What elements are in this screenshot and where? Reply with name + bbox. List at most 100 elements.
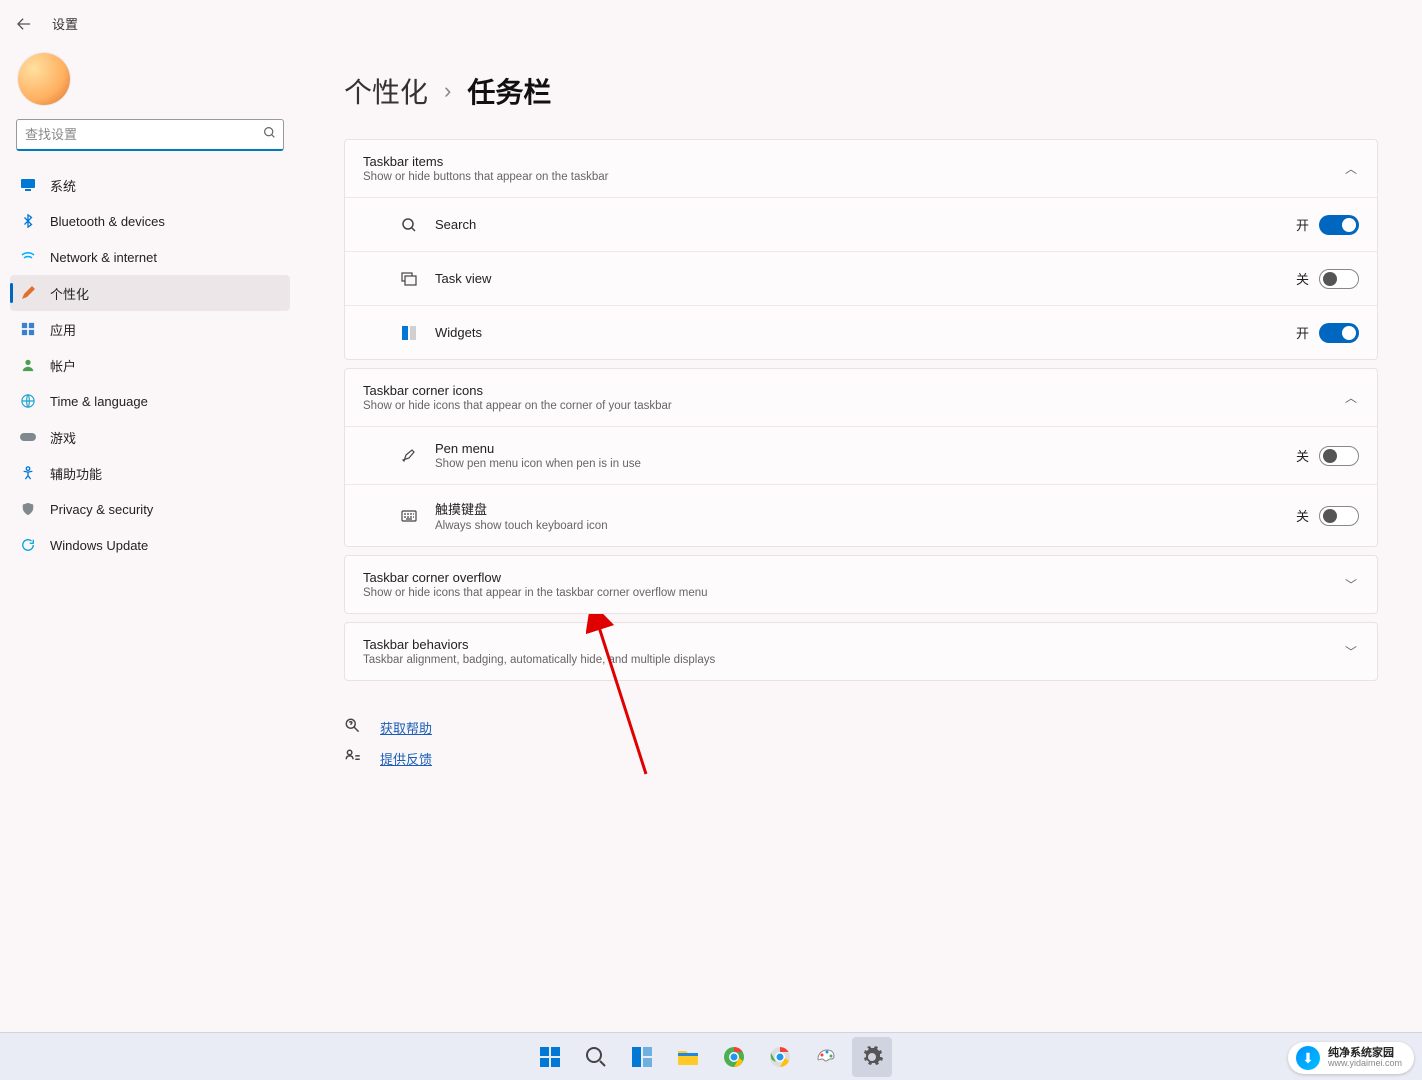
- row-desc: Show pen menu icon when pen is in use: [435, 458, 641, 470]
- paintbrush-icon: [20, 285, 36, 301]
- person-icon: [20, 357, 36, 373]
- help-icon: [344, 717, 364, 738]
- toggle-widgets[interactable]: [1319, 323, 1359, 343]
- watermark-url: www.yidaimei.com: [1328, 1059, 1402, 1069]
- sidebar-item-privacy[interactable]: Privacy & security: [10, 491, 290, 527]
- toggle-state: 关: [1296, 506, 1309, 525]
- taskbar-chrome-2[interactable]: [760, 1037, 800, 1077]
- row-pen-menu: Pen menu Show pen menu icon when pen is …: [345, 426, 1377, 484]
- toggle-pen-menu[interactable]: [1319, 446, 1359, 466]
- start-button[interactable]: [530, 1037, 570, 1077]
- sidebar-item-label: Windows Update: [50, 538, 148, 553]
- sidebar-item-apps[interactable]: 应用: [10, 311, 290, 347]
- sidebar-item-accounts[interactable]: 帐户: [10, 347, 290, 383]
- row-behaviors[interactable]: Taskbar behaviors Taskbar alignment, bad…: [345, 623, 1377, 680]
- help-link[interactable]: 获取帮助: [380, 718, 432, 737]
- chevron-right-icon: ›: [444, 78, 451, 104]
- user-avatar[interactable]: [18, 53, 70, 105]
- feedback-link[interactable]: 提供反馈: [380, 749, 432, 768]
- section-corner-overflow: Taskbar corner overflow Show or hide ico…: [344, 555, 1378, 614]
- back-button[interactable]: [16, 16, 32, 32]
- main-content: 个性化 › 任务栏 Taskbar items Show or hide but…: [300, 41, 1422, 1079]
- taskbar-widgets[interactable]: [622, 1037, 662, 1077]
- row-label: Search: [435, 217, 476, 232]
- apps-icon: [20, 321, 36, 337]
- sidebar-item-label: Privacy & security: [50, 502, 153, 517]
- sidebar-item-network[interactable]: Network & internet: [10, 239, 290, 275]
- sidebar-item-label: 系统: [50, 176, 76, 195]
- sidebar-item-bluetooth[interactable]: Bluetooth & devices: [10, 203, 290, 239]
- keyboard-icon: [401, 508, 417, 524]
- row-search: Search 开: [345, 197, 1377, 251]
- watermark: ⬇ 纯净系统家园 www.yidaimei.com: [1288, 1042, 1414, 1074]
- taskbar-paint[interactable]: [806, 1037, 846, 1077]
- sidebar-item-time-language[interactable]: Time & language: [10, 383, 290, 419]
- section-header-corner-icons[interactable]: Taskbar corner icons Show or hide icons …: [345, 369, 1377, 426]
- sidebar-item-gaming[interactable]: 游戏: [10, 419, 290, 455]
- search-input[interactable]: [16, 119, 284, 151]
- sidebar-item-windows-update[interactable]: Windows Update: [10, 527, 290, 563]
- breadcrumb: 个性化 › 任务栏: [344, 71, 1378, 111]
- sidebar-item-label: Network & internet: [50, 250, 157, 265]
- shield-icon: [20, 501, 36, 517]
- row-desc: Always show touch keyboard icon: [435, 520, 608, 532]
- sidebar-item-label: 帐户: [50, 356, 76, 375]
- monitor-icon: [20, 177, 36, 193]
- taskbar-explorer[interactable]: [668, 1037, 708, 1077]
- task-view-icon: [401, 271, 417, 287]
- row-task-view: Task view 关: [345, 251, 1377, 305]
- toggle-search[interactable]: [1319, 215, 1359, 235]
- section-subtitle: Taskbar alignment, badging, automaticall…: [363, 654, 715, 666]
- download-icon: ⬇: [1296, 1046, 1320, 1070]
- window-title: 设置: [52, 14, 78, 33]
- row-widgets: Widgets 开: [345, 305, 1377, 359]
- row-label: 触摸键盘: [435, 499, 608, 518]
- gamepad-icon: [20, 429, 36, 445]
- section-title: Taskbar corner overflow: [363, 570, 708, 585]
- row-label: Task view: [435, 271, 491, 286]
- section-subtitle: Show or hide icons that appear in the ta…: [363, 587, 708, 599]
- sidebar-item-label: Time & language: [50, 394, 148, 409]
- row-touch-keyboard: 触摸键盘 Always show touch keyboard icon 关: [345, 484, 1377, 546]
- chevron-up-icon: ︿: [1343, 389, 1359, 406]
- bluetooth-icon: [20, 213, 36, 229]
- chevron-up-icon: ︿: [1343, 160, 1359, 177]
- section-title: Taskbar items: [363, 154, 609, 169]
- breadcrumb-current: 任务栏: [467, 71, 551, 111]
- globe-icon: [20, 393, 36, 409]
- sidebar-item-system[interactable]: 系统: [10, 167, 290, 203]
- chevron-down-icon: ﹀: [1343, 643, 1359, 660]
- search-icon: [263, 126, 276, 144]
- wifi-icon: [20, 249, 36, 265]
- sidebar-item-label: 辅助功能: [50, 464, 102, 483]
- section-header-taskbar-items[interactable]: Taskbar items Show or hide buttons that …: [345, 140, 1377, 197]
- toggle-state: 开: [1296, 215, 1309, 234]
- sidebar-item-label: Bluetooth & devices: [50, 214, 165, 229]
- taskbar: [0, 1032, 1422, 1080]
- taskbar-settings[interactable]: [852, 1037, 892, 1077]
- pen-icon: [401, 448, 417, 464]
- section-title: Taskbar behaviors: [363, 637, 715, 652]
- toggle-state: 开: [1296, 323, 1309, 342]
- sidebar-item-accessibility[interactable]: 辅助功能: [10, 455, 290, 491]
- sidebar-item-personalization[interactable]: 个性化: [10, 275, 290, 311]
- row-label: Widgets: [435, 325, 482, 340]
- widgets-icon: [401, 325, 417, 341]
- accessibility-icon: [20, 465, 36, 481]
- breadcrumb-parent[interactable]: 个性化: [344, 71, 428, 111]
- sync-icon: [20, 537, 36, 553]
- section-taskbar-items: Taskbar items Show or hide buttons that …: [344, 139, 1378, 360]
- taskbar-search[interactable]: [576, 1037, 616, 1077]
- toggle-state: 关: [1296, 446, 1309, 465]
- sidebar-item-label: 应用: [50, 320, 76, 339]
- toggle-touch-keyboard[interactable]: [1319, 506, 1359, 526]
- taskbar-chrome-1[interactable]: [714, 1037, 754, 1077]
- row-label: Pen menu: [435, 441, 641, 456]
- row-corner-overflow[interactable]: Taskbar corner overflow Show or hide ico…: [345, 556, 1377, 613]
- feedback-icon: [344, 748, 364, 769]
- sidebar-item-label: 游戏: [50, 428, 76, 447]
- toggle-task-view[interactable]: [1319, 269, 1359, 289]
- search-icon: [401, 217, 417, 233]
- section-subtitle: Show or hide buttons that appear on the …: [363, 171, 609, 183]
- section-corner-icons: Taskbar corner icons Show or hide icons …: [344, 368, 1378, 547]
